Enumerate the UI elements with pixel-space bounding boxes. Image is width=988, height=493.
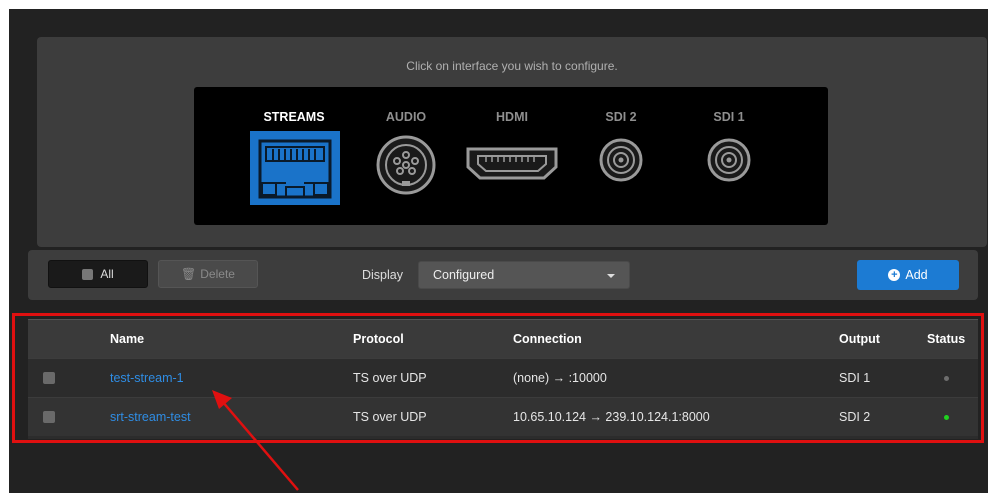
row-checkbox[interactable]: [43, 372, 55, 384]
trash-icon: 🗑: [181, 267, 197, 281]
stream-protocol: TS over UDP: [353, 371, 427, 385]
ethernet-port-icon: [250, 131, 340, 205]
stream-name-link[interactable]: srt-stream-test: [110, 410, 191, 424]
add-button[interactable]: + Add: [857, 260, 959, 290]
status-indicator-icon: [944, 376, 949, 381]
display-label: Display: [362, 268, 403, 282]
delete-label: Delete: [200, 267, 235, 281]
interface-streams[interactable]: STREAMS: [234, 87, 354, 225]
checkbox-icon: [82, 268, 94, 280]
interface-hint: Click on interface you wish to configure…: [406, 59, 618, 73]
interface-audio[interactable]: AUDIO: [370, 87, 442, 225]
interface-label: AUDIO: [385, 110, 427, 124]
stream-name-link[interactable]: test-stream-1: [110, 371, 184, 385]
plus-circle-icon: +: [888, 269, 901, 281]
interface-hdmi[interactable]: HDMI: [456, 87, 568, 225]
stream-connection: 10.65.10.124 → 239.10.124.1:8000: [513, 410, 710, 424]
stream-output: SDI 2: [839, 410, 871, 424]
column-header-name[interactable]: Name: [110, 332, 144, 346]
interface-label: HDMI: [496, 110, 528, 124]
column-header-protocol[interactable]: Protocol: [353, 332, 404, 346]
interface-sdi-2[interactable]: SDI 2: [586, 87, 656, 225]
interface-panel: Click on interface you wish to configure…: [37, 37, 987, 247]
bnc-connector-icon: [599, 138, 643, 182]
interface-label: STREAMS: [263, 110, 325, 124]
select-all-button[interactable]: All: [48, 260, 148, 288]
delete-button[interactable]: 🗑 Delete: [158, 260, 258, 288]
bnc-connector-icon: [707, 138, 751, 182]
display-select-value: Configured: [433, 268, 495, 282]
stream-protocol: TS over UDP: [353, 410, 427, 424]
interface-selector: STREAMS AUDIO HDMI SDI 2 SDI 1: [194, 87, 828, 225]
audio-connector-icon: [376, 135, 436, 195]
interface-sdi-1[interactable]: SDI 1: [694, 87, 764, 225]
select-all-label: All: [100, 267, 114, 281]
interface-label: SDI 2: [605, 110, 637, 124]
column-header-connection[interactable]: Connection: [513, 332, 582, 346]
stream-output: SDI 1: [839, 371, 871, 385]
column-header-status[interactable]: Status: [927, 332, 965, 346]
table-header: Name Protocol Connection Output Status: [28, 319, 978, 358]
table-row[interactable]: srt-stream-test TS over UDP 10.65.10.124…: [28, 397, 978, 436]
add-label: Add: [905, 268, 928, 282]
table-row[interactable]: test-stream-1 TS over UDP (none) → :1000…: [28, 358, 978, 397]
status-indicator-icon: [944, 415, 949, 420]
column-header-output[interactable]: Output: [839, 332, 880, 346]
stream-connection: (none) → :10000: [513, 371, 607, 385]
display-select[interactable]: Configured: [418, 261, 630, 289]
streams-table: Name Protocol Connection Output Status t…: [28, 319, 978, 439]
toolbar: All 🗑 Delete Display Configured + Add: [28, 250, 978, 300]
hdmi-port-icon: [466, 147, 558, 180]
interface-label: SDI 1: [713, 110, 745, 124]
row-checkbox[interactable]: [43, 411, 55, 423]
chevron-down-icon: [607, 274, 615, 278]
